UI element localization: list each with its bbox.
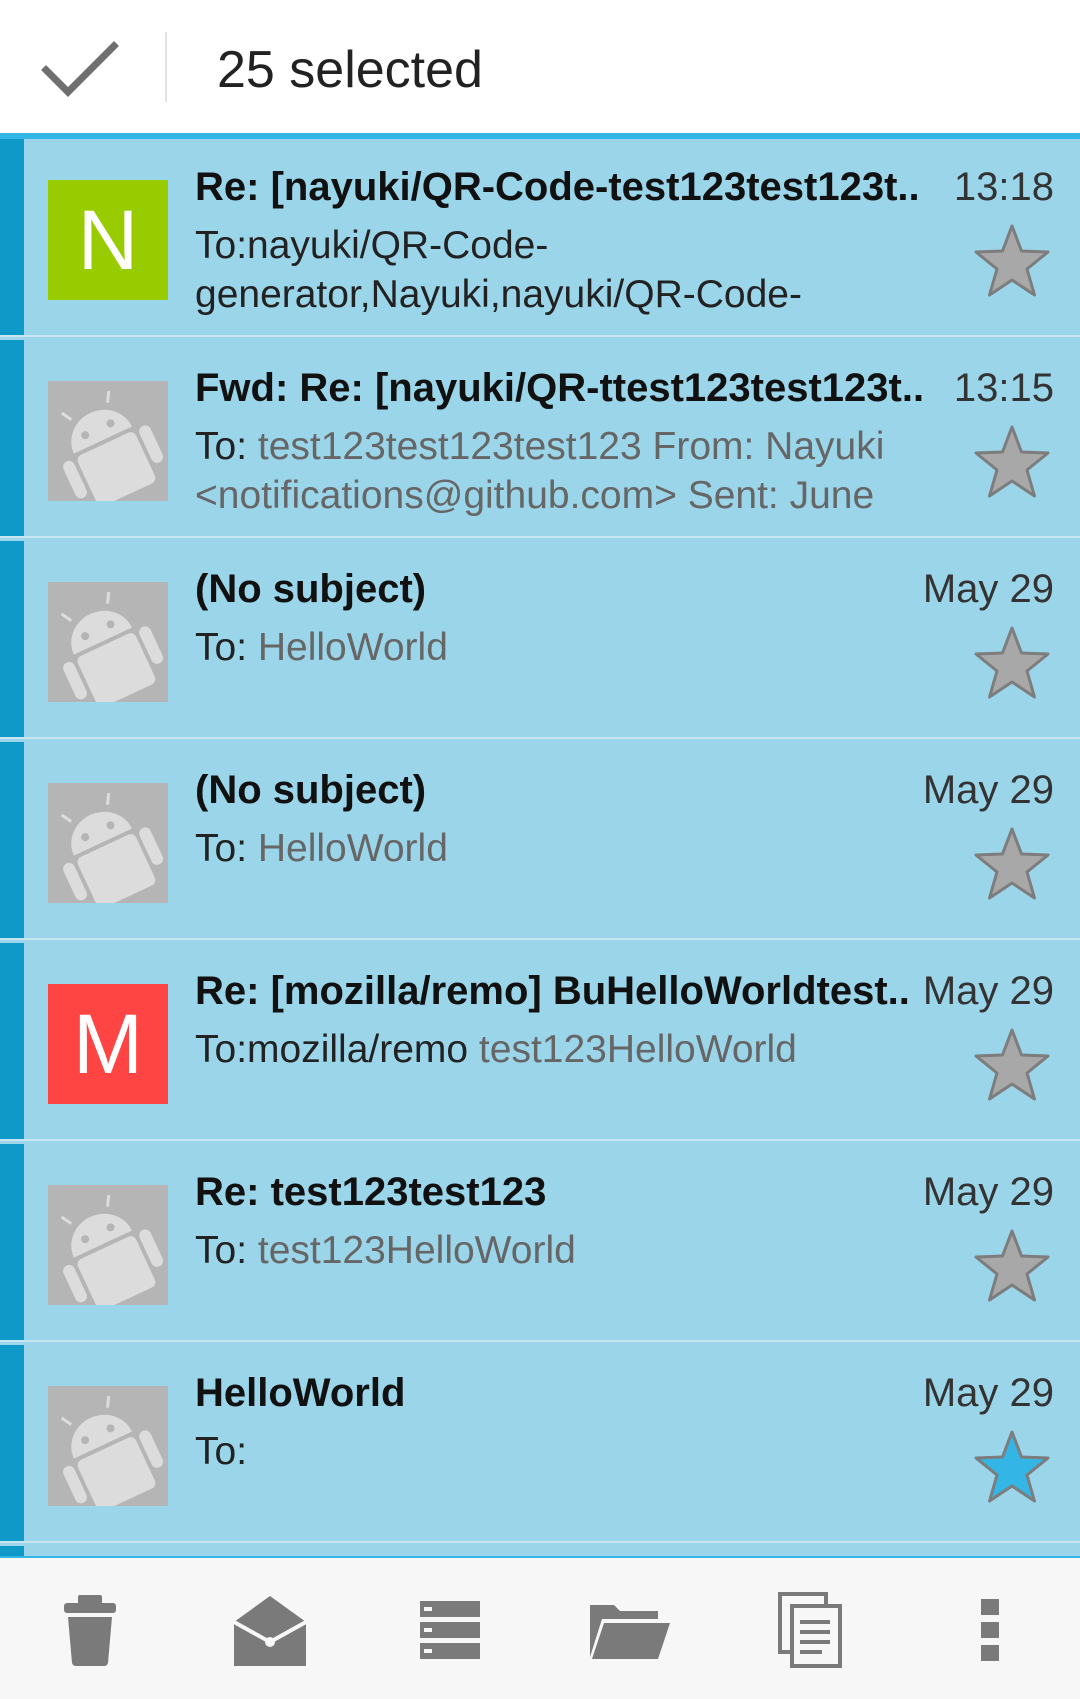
message-preview: To: test123test123test123 From: Nayuki <… [195,422,965,520]
message-preview: To: [195,1427,965,1476]
message-row[interactable]: (No subject) May 29 To: HelloWorld [0,541,1080,739]
message-subject: Fwd: Re: [nayuki/QR-ttest123test123t.. [195,366,925,410]
message-subject: Re: [mozilla/remo] BuHelloWorldtest.. [195,969,910,1013]
message-preview: To: test123HelloWorld [195,1226,965,1275]
android-default-avatar-icon [48,582,168,702]
star-outline-icon[interactable] [972,223,1052,299]
star-outline-icon[interactable] [972,625,1052,701]
action-bar: 25 selected [0,0,1080,134]
preview-text: test123test123test123 From: Nayuki <noti… [195,425,885,517]
selection-indicator [0,139,24,335]
message-row[interactable]: N Re: [nayuki/QR-Code-test123test123t.. 13… [0,139,1080,337]
selection-indicator [0,943,24,1139]
message-subject: Re: [nayuki/QR-Code-test123test123t.. [195,165,920,209]
message-date: May 29 [922,768,1054,812]
message-row[interactable]: M Re: [mozilla/remo] BuHelloWorldtest.. Ma… [0,943,1080,1141]
sender-avatar[interactable] [48,582,168,702]
sender-avatar[interactable] [48,1185,168,1305]
message-subject: (No subject) [195,768,427,812]
message-date: May 29 [922,1170,1054,1214]
message-preview: To: HelloWorld [195,623,965,672]
message-row[interactable]: (No subject) May 29 To: HelloWorld [0,742,1080,940]
recipient-label: To: [195,827,258,870]
recipient-label: To: [195,425,258,468]
android-default-avatar-icon [48,381,168,501]
selection-indicator [0,1144,24,1340]
star-filled-icon[interactable] [972,1429,1052,1505]
recipient-value: nayuki/QR-Code-generator,Nayuki,nayuki/Q… [195,224,802,316]
overflow-menu-icon [981,1599,999,1661]
recipient-value: mozilla/remo [247,1028,479,1071]
action-bar-divider [165,32,167,102]
preview-text: HelloWorld [257,827,448,870]
message-date: May 29 [922,567,1054,611]
recipient-label: To: [195,1229,258,1272]
sender-avatar[interactable] [48,783,168,903]
overflow-menu-button[interactable] [940,1580,1040,1680]
message-subject: (No subject) [195,567,427,611]
android-default-avatar-icon [48,1185,168,1305]
preview-text: HelloWorld [257,626,448,669]
message-row[interactable]: HelloWorld May 29 To: [0,1345,1080,1543]
star-outline-icon[interactable] [972,826,1052,902]
bottom-toolbar [0,1558,1080,1699]
message-subject: Re: test123test123 [195,1170,547,1214]
recipient-label: To: [195,626,258,669]
message-preview: To:nayuki/QR-Code-generator,Nayuki,nayuk… [195,221,965,319]
message-date: May 29 [922,1371,1054,1415]
message-row[interactable]: Re: test123test123 May 29 To: test123Hello… [0,1144,1080,1342]
sender-avatar[interactable] [48,1386,168,1506]
mark-read-icon [233,1596,307,1666]
move-button[interactable] [400,1580,500,1680]
sender-avatar[interactable]: M [48,984,168,1104]
recipient-label: To: [195,1028,248,1071]
selection-indicator [0,541,24,737]
delete-button[interactable] [40,1580,140,1680]
check-icon [41,41,119,97]
selection-count-title: 25 selected [217,41,483,99]
done-button[interactable] [34,32,124,104]
android-default-avatar-icon [48,783,168,903]
star-outline-icon[interactable] [972,424,1052,500]
message-date: May 29 [922,969,1054,1013]
sender-avatar[interactable] [48,381,168,501]
move-list-icon [420,1601,480,1659]
message-date: 13:15 [953,366,1054,410]
message-list[interactable]: N Re: [nayuki/QR-Code-test123test123t.. 13… [0,139,1080,1559]
move-to-folder-button[interactable] [580,1580,680,1680]
message-row[interactable]: Fwd: Re: [nayuki/QR-ttest123test123t.. 13… [0,340,1080,538]
sender-avatar[interactable]: N [48,180,168,300]
selection-indicator [0,340,24,536]
folder-icon [590,1605,670,1659]
copy-button[interactable] [760,1580,860,1680]
star-outline-icon[interactable] [972,1228,1052,1304]
copy-icon [778,1592,842,1668]
android-default-avatar-icon [48,1386,168,1506]
message-subject: HelloWorld [195,1371,406,1415]
selection-indicator [0,1345,24,1541]
preview-text: test123HelloWorld [478,1028,797,1071]
trash-icon [64,1595,116,1666]
mark-read-button[interactable] [220,1580,320,1680]
message-preview: To:mozilla/remo test123HelloWorld [195,1025,965,1074]
preview-text: test123HelloWorld [257,1229,576,1272]
message-preview: To: HelloWorld [195,824,965,873]
selection-indicator [0,742,24,938]
recipient-label: To: [195,1430,248,1473]
recipient-label: To: [195,224,248,267]
message-date: 13:18 [953,165,1054,209]
star-outline-icon[interactable] [972,1027,1052,1103]
